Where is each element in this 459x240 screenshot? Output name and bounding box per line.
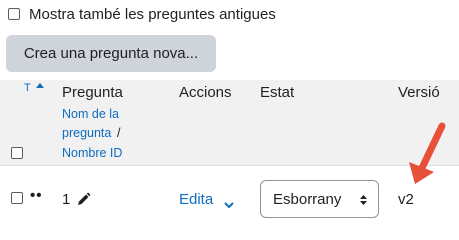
status-select-value: Esborrany bbox=[273, 191, 342, 208]
column-header-actions: Accions bbox=[179, 84, 232, 101]
column-header-status: Estat bbox=[260, 84, 295, 101]
sort-type-link[interactable]: T bbox=[24, 82, 31, 94]
header-separator: / bbox=[117, 126, 121, 140]
select-all-checkbox[interactable] bbox=[11, 147, 23, 159]
show-old-questions-checkbox[interactable] bbox=[8, 8, 20, 20]
column-header-version: Versió bbox=[398, 84, 440, 101]
edit-menu-link[interactable]: Edita bbox=[179, 191, 213, 208]
show-old-questions-label: Mostra també les preguntes antigues bbox=[29, 6, 276, 23]
sort-ascending-icon bbox=[36, 83, 44, 88]
sort-by-question-name-link-2[interactable]: pregunta bbox=[62, 126, 111, 140]
row-drag-handle[interactable]: •• bbox=[30, 187, 43, 204]
status-select[interactable]: Esborrany bbox=[260, 180, 379, 218]
sort-by-question-name-link[interactable]: Nom de la bbox=[62, 107, 119, 121]
create-question-button[interactable]: Crea una pregunta nova... bbox=[6, 35, 216, 72]
annotation-arrow-icon bbox=[409, 122, 446, 184]
chevron-down-icon[interactable] bbox=[224, 196, 234, 214]
column-header-question: Pregunta bbox=[62, 84, 123, 101]
sort-by-name-id-link[interactable]: Nombre ID bbox=[62, 146, 122, 160]
question-number: 1 bbox=[62, 191, 71, 208]
header-divider bbox=[0, 165, 459, 166]
row-select-checkbox[interactable] bbox=[11, 192, 23, 204]
select-updown-icon bbox=[360, 195, 367, 205]
question-version: v2 bbox=[398, 191, 414, 208]
edit-pencil-icon[interactable] bbox=[75, 192, 91, 213]
